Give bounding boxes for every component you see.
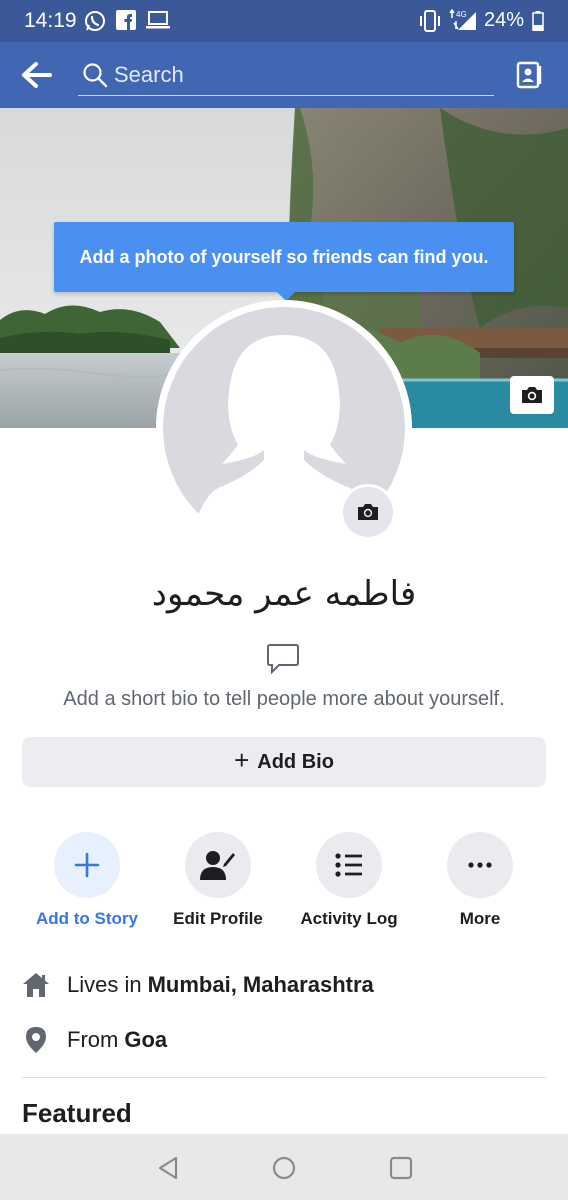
laptop-icon [146, 10, 170, 35]
battery-icon [532, 11, 544, 36]
add-to-story-button[interactable]: Add to Story [22, 832, 152, 932]
contacts-button[interactable] [516, 60, 544, 95]
add-photo-tooltip[interactable]: Add a photo of yourself so friends can f… [54, 222, 514, 292]
activity-log-button[interactable]: Activity Log [284, 832, 414, 932]
top-nav-bar [0, 42, 568, 108]
more-button[interactable]: More [415, 832, 545, 932]
home-icon [22, 972, 50, 998]
add-bio-button[interactable]: + Add Bio [22, 737, 546, 787]
ellipsis-icon [468, 862, 492, 868]
camera-icon [358, 504, 378, 520]
arrow-left-icon [22, 62, 52, 88]
edit-profile-button[interactable]: Edit Profile [153, 832, 283, 932]
status-bar: 14:19 4G 24% [0, 0, 568, 42]
from-prefix: From [67, 1027, 119, 1052]
battery-percent: 24% [483, 9, 524, 31]
nav-back-icon[interactable] [156, 1156, 180, 1185]
edit-profile-circle [185, 832, 251, 898]
edit-person-icon [200, 851, 235, 880]
svg-text:4G: 4G [456, 10, 467, 19]
vibrate-icon [420, 10, 440, 37]
status-time: 14:19 [24, 9, 77, 32]
nav-home-icon[interactable] [272, 1156, 296, 1185]
add-story-circle [54, 832, 120, 898]
bio-hint-text: Add a short bio to tell people more abou… [63, 688, 505, 710]
hometown-row[interactable]: From Goa [22, 1020, 546, 1060]
activity-log-label: Activity Log [300, 909, 398, 928]
from-value: Goa [124, 1027, 168, 1052]
search-bar[interactable] [78, 56, 494, 96]
more-label: More [459, 909, 501, 928]
add-bio-label: Add Bio [257, 750, 334, 773]
search-icon [82, 62, 108, 93]
profile-name: فاطمه عمر محمود [151, 574, 417, 614]
location-pin-icon [22, 1026, 50, 1054]
edit-profile-label: Edit Profile [173, 909, 263, 928]
list-icon [335, 853, 362, 877]
plus-icon [74, 852, 100, 878]
activity-log-circle [316, 832, 382, 898]
contacts-icon [516, 61, 542, 89]
add-to-story-label: Add to Story [36, 909, 138, 928]
lives-in-row[interactable]: Lives in Mumbai, Maharashtra [22, 965, 546, 1005]
lives-in-prefix: Lives in [67, 972, 142, 997]
featured-heading: Featured [22, 1098, 132, 1128]
speech-bubble-icon [266, 642, 300, 679]
nav-recents-icon[interactable] [389, 1156, 413, 1185]
system-nav-bar [0, 1134, 568, 1200]
tooltip-text: Add a photo of yourself so friends can f… [79, 246, 489, 267]
4g-signal-icon: 4G [446, 8, 478, 36]
change-cover-button[interactable] [510, 376, 554, 414]
plus-icon: + [234, 745, 250, 775]
change-profile-photo-button[interactable] [340, 484, 396, 540]
facebook-icon [116, 10, 136, 35]
search-input[interactable] [114, 58, 484, 92]
section-divider [22, 1077, 546, 1078]
more-circle [447, 832, 513, 898]
lives-in-value: Mumbai, Maharashtra [147, 972, 374, 997]
camera-icon [522, 387, 542, 403]
back-button[interactable] [20, 60, 56, 90]
whatsapp-icon [84, 10, 106, 37]
